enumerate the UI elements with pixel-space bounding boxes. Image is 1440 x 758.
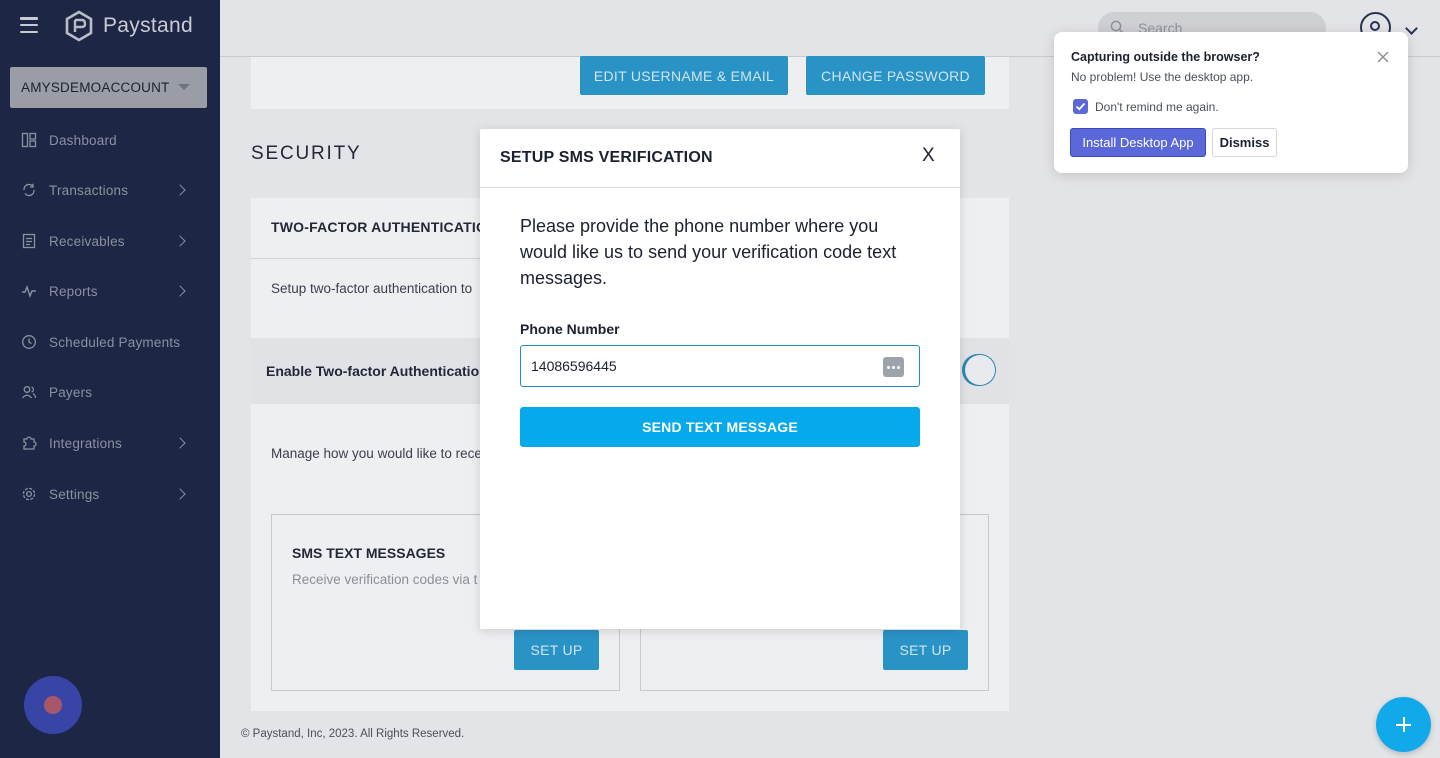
two-factor-toggle[interactable] <box>962 354 996 386</box>
two-factor-card-title: TWO-FACTOR AUTHENTICATIO <box>271 219 488 235</box>
sidebar-item-reports[interactable]: Reports <box>0 271 220 311</box>
modal-header: SETUP SMS VERIFICATION X <box>480 129 960 188</box>
brand-bar: Paystand <box>0 0 220 56</box>
toggle-knob <box>965 355 995 385</box>
change-password-button[interactable]: CHANGE PASSWORD <box>806 56 985 95</box>
modal-description: Please provide the phone number where yo… <box>520 216 897 288</box>
account-name: AMYSDEMOACCOUNT <box>21 80 170 95</box>
enable-two-factor-label: Enable Two-factor Authentication <box>266 363 488 379</box>
sidebar-item-dashboard[interactable]: Dashboard <box>0 120 220 160</box>
record-button[interactable] <box>24 676 82 734</box>
dashboard-icon <box>21 132 37 148</box>
modal-title: SETUP SMS VERIFICATION <box>500 149 713 166</box>
send-text-message-button[interactable]: SEND TEXT MESSAGE <box>520 407 920 447</box>
caret-down-icon <box>178 84 190 90</box>
account-select[interactable]: AMYSDEMOACCOUNT <box>10 67 207 108</box>
add-fab-button[interactable] <box>1376 697 1431 752</box>
gear-icon <box>22 487 36 501</box>
sidebar-item-label: Integrations <box>49 435 122 451</box>
popup-title: Capturing outside the browser? <box>1071 50 1260 64</box>
transactions-icon <box>23 183 35 197</box>
dismiss-button[interactable]: Dismiss <box>1212 128 1277 157</box>
close-icon[interactable] <box>1376 50 1390 64</box>
sms-setup-button[interactable]: SET UP <box>514 630 599 670</box>
sidebar-item-label: Settings <box>49 486 100 502</box>
sidebar-item-receivables[interactable]: Receivables <box>0 221 220 261</box>
modal-close-button[interactable]: X <box>922 145 935 167</box>
sidebar-item-integrations[interactable]: Integrations <box>0 423 220 463</box>
users-icon <box>21 386 37 399</box>
password-manager-icon[interactable] <box>883 357 904 377</box>
sms-card-desc: Receive verification codes via t <box>292 572 478 587</box>
chevron-right-icon <box>174 285 186 297</box>
paystand-logo-icon <box>65 10 93 42</box>
install-desktop-app-button[interactable]: Install Desktop App <box>1070 128 1206 157</box>
security-title: SECURITY <box>251 143 362 164</box>
phone-number-label: Phone Number <box>520 321 620 337</box>
divider <box>251 258 480 259</box>
sidebar-item-scheduled-payments[interactable]: Scheduled Payments <box>0 322 220 362</box>
brand-name: Paystand <box>103 14 193 37</box>
clock-icon <box>22 335 36 349</box>
sms-verification-modal: SETUP SMS VERIFICATION X Please provide … <box>480 129 960 629</box>
dont-remind-checkbox[interactable] <box>1073 99 1088 114</box>
reports-icon <box>22 284 36 299</box>
puzzle-icon <box>23 436 37 450</box>
hamburger-menu-icon[interactable] <box>20 17 38 33</box>
chevron-right-icon <box>174 437 186 449</box>
sidebar-item-payers[interactable]: Payers <box>0 372 220 412</box>
popup-subtitle: No problem! Use the desktop app. <box>1071 70 1254 84</box>
sidebar-item-transactions[interactable]: Transactions <box>0 170 220 210</box>
sidebar-item-settings[interactable]: Settings <box>0 474 220 514</box>
setup-text: Setup two-factor authentication to <box>271 281 473 296</box>
edit-username-email-button[interactable]: EDIT USERNAME & EMAIL <box>580 56 788 95</box>
receivables-icon <box>22 233 36 249</box>
sms-card-title: SMS TEXT MESSAGES <box>292 545 446 561</box>
manage-text: Manage how you would like to rece <box>271 446 482 461</box>
record-dot-icon <box>44 696 62 714</box>
sidebar: Paystand AMYSDEMOACCOUNT Dashboard Trans… <box>0 0 220 758</box>
sidebar-item-label: Payers <box>49 384 93 400</box>
dont-remind-label: Don't remind me again. <box>1095 100 1219 114</box>
chevron-right-icon <box>174 235 186 247</box>
other-setup-button[interactable]: SET UP <box>883 630 968 670</box>
sidebar-item-label: Receivables <box>49 233 125 249</box>
sidebar-item-label: Scheduled Payments <box>49 334 181 350</box>
phone-number-input[interactable] <box>531 356 871 376</box>
user-icon <box>1370 21 1380 31</box>
desktop-app-popup: Capturing outside the browser? No proble… <box>1054 32 1408 173</box>
chevron-down-icon[interactable] <box>1405 22 1418 35</box>
footer-copyright: © Paystand, Inc, 2023. All Rights Reserv… <box>241 728 465 740</box>
chevron-right-icon <box>174 488 186 500</box>
sidebar-item-label: Transactions <box>49 182 129 198</box>
sidebar-item-label: Dashboard <box>49 132 117 148</box>
sidebar-item-label: Reports <box>49 283 98 299</box>
phone-number-field[interactable] <box>520 345 920 387</box>
chevron-right-icon <box>174 184 186 196</box>
